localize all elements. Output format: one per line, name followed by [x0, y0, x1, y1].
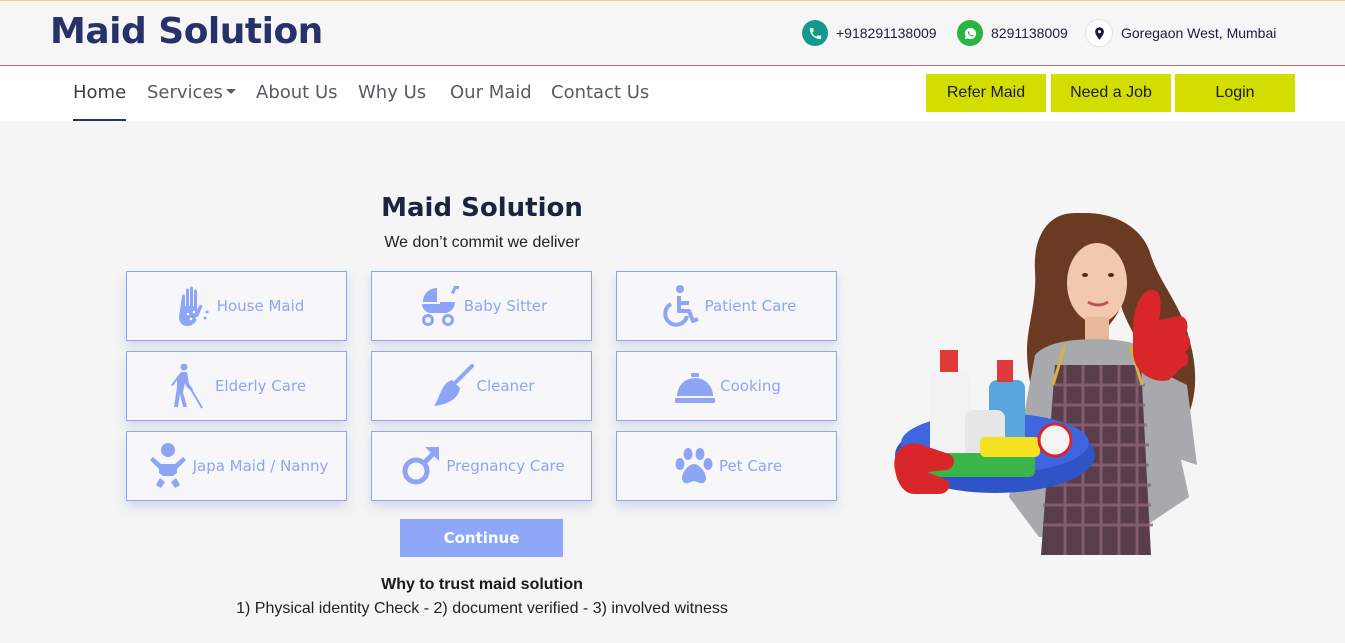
service-label: Elderly Care: [214, 377, 307, 395]
phone-number[interactable]: +918291138009: [836, 25, 937, 41]
whatsapp-icon: [957, 20, 983, 46]
mars-icon: [398, 441, 444, 491]
hero-title: Maid Solution: [381, 193, 583, 223]
nav-services-label: Services: [147, 82, 223, 103]
phone-contact[interactable]: +918291138009: [802, 19, 937, 47]
top-header: Maid Solution +918291138009 8291138009 G…: [0, 0, 1345, 66]
service-label: House Maid: [216, 297, 305, 315]
service-baby-sitter[interactable]: Baby Sitter: [371, 271, 592, 341]
concierge-bell-icon: [672, 361, 718, 411]
service-label: Pregnancy Care: [446, 457, 565, 475]
service-pregnancy-care[interactable]: Pregnancy Care: [371, 431, 592, 501]
service-cleaner[interactable]: Cleaner: [371, 351, 592, 421]
nav-services[interactable]: Services: [147, 82, 236, 103]
nav-about-us[interactable]: About Us: [256, 82, 338, 103]
brand-logo[interactable]: Maid Solution: [50, 11, 323, 52]
continue-button[interactable]: Continue: [400, 519, 563, 557]
baby-carriage-icon: [416, 281, 462, 331]
chevron-down-icon: [225, 89, 236, 94]
login-button[interactable]: Login: [1175, 74, 1295, 112]
location-contact: Goregaon West, Mumbai: [1085, 19, 1276, 47]
service-pet-care[interactable]: Pet Care: [616, 431, 837, 501]
service-label: Japa Maid / Nanny: [192, 457, 329, 475]
service-elderly-care[interactable]: Elderly Care: [126, 351, 347, 421]
service-label: Pet Care: [718, 457, 783, 475]
need-a-job-button[interactable]: Need a Job: [1051, 74, 1171, 112]
service-japa-maid-nanny[interactable]: Japa Maid / Nanny: [126, 431, 347, 501]
service-house-maid[interactable]: House Maid: [126, 271, 347, 341]
nav-why-us[interactable]: Why Us: [358, 82, 426, 103]
service-cooking[interactable]: Cooking: [616, 351, 837, 421]
service-label: Cooking: [720, 377, 781, 395]
whatsapp-contact[interactable]: 8291138009: [957, 19, 1068, 47]
whatsapp-number[interactable]: 8291138009: [991, 25, 1068, 41]
maid-photo: [894, 213, 1197, 555]
service-label: Baby Sitter: [463, 297, 548, 315]
service-label: Cleaner: [476, 377, 535, 395]
nav-our-maid[interactable]: Our Maid: [450, 82, 532, 103]
service-label: Patient Care: [704, 297, 797, 315]
location-text: Goregaon West, Mumbai: [1121, 25, 1277, 41]
trust-title: Why to trust maid solution: [381, 576, 583, 593]
map-marker-icon: [1085, 19, 1113, 47]
main-navbar: Home Services About Us Why Us Our Maid C…: [0, 66, 1345, 121]
service-patient-care[interactable]: Patient Care: [616, 271, 837, 341]
nav-contact-us[interactable]: Contact Us: [551, 82, 649, 103]
nav-home[interactable]: Home: [73, 82, 127, 121]
paw-icon: [671, 441, 717, 491]
hand-sparkles-icon: [169, 281, 215, 331]
broom-icon: [429, 361, 475, 411]
refer-maid-button[interactable]: Refer Maid: [926, 74, 1046, 112]
hero-subtitle: We don’t commit we deliver: [384, 234, 580, 251]
wheelchair-icon: [657, 281, 703, 331]
phone-icon: [802, 20, 828, 46]
baby-icon: [145, 441, 191, 491]
blind-person-icon: [167, 361, 213, 411]
trust-text: 1) Physical identity Check - 2) document…: [236, 600, 728, 617]
